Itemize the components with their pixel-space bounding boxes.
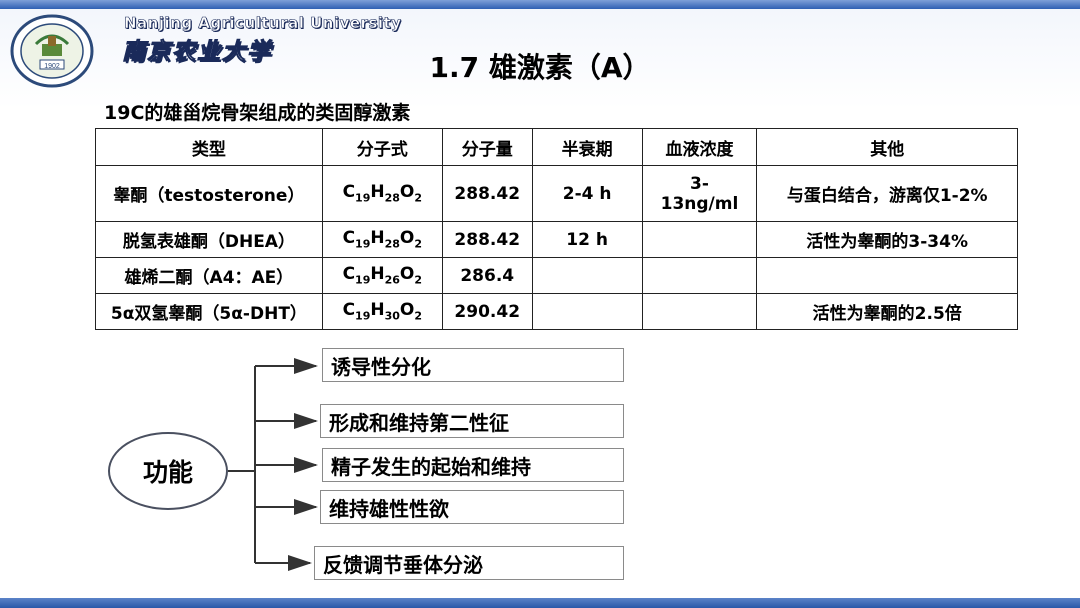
function-item: 诱导性分化 bbox=[322, 348, 624, 382]
function-label: 功能 bbox=[108, 432, 228, 510]
function-item: 形成和维持第二性征 bbox=[320, 404, 624, 438]
function-item: 精子发生的起始和维持 bbox=[322, 448, 624, 482]
function-item: 反馈调节垂体分泌 bbox=[314, 546, 624, 580]
bottom-accent-bar bbox=[0, 598, 1080, 608]
function-item: 维持雄性性欲 bbox=[320, 490, 624, 524]
